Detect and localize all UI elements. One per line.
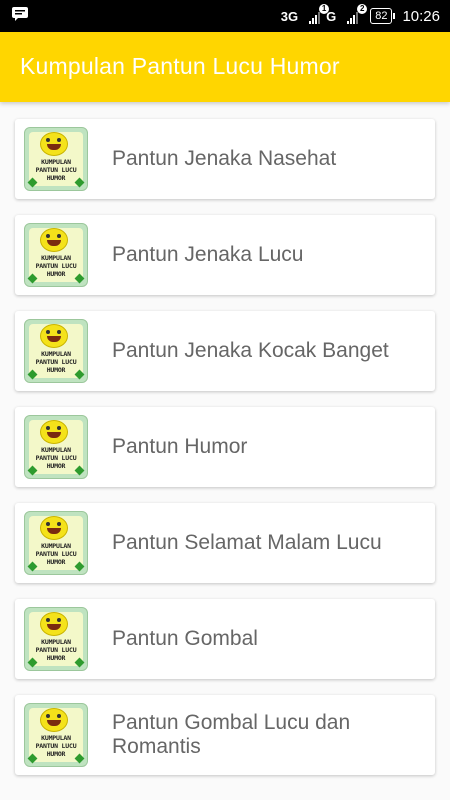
list-item-label: Pantun Jenaka Lucu <box>112 243 304 266</box>
list-item-label: Pantun Gombal Lucu dan Romantis <box>112 711 351 758</box>
thumbnail-text-line: KUMPULAN <box>41 542 71 550</box>
signal-1-icon <box>309 11 321 24</box>
thumbnail-text-line: PANTUN LUCU <box>35 454 77 462</box>
smiley-icon <box>40 132 68 156</box>
network-1-label: 3G <box>280 8 299 24</box>
app-logo-thumbnail: KUMPULAN PANTUN LUCU HUMOR <box>24 511 88 575</box>
network-2-indicator: G 2 <box>326 3 368 24</box>
app-logo-thumbnail: KUMPULAN PANTUN LUCU HUMOR <box>24 415 88 479</box>
thumbnail-text-line: PANTUN LUCU <box>35 358 77 366</box>
thumbnail-text-line: KUMPULAN <box>41 446 71 454</box>
thumbnail-text-line: PANTUN LUCU <box>35 550 77 558</box>
app-logo-thumbnail: KUMPULAN PANTUN LUCU HUMOR <box>24 703 88 767</box>
list-item[interactable]: KUMPULAN PANTUN LUCU HUMOR Pantun Jenaka Lu… <box>15 215 435 295</box>
list-item-label: Pantun Gombal <box>112 627 258 650</box>
app-logo-thumbnail: KUMPULAN PANTUN LUCU HUMOR <box>24 607 88 671</box>
smiley-icon <box>40 612 68 636</box>
list-item-label: Pantun Humor <box>112 435 248 458</box>
thumbnail-text-line: KUMPULAN <box>41 350 71 358</box>
thumbnail-text-line: KUMPULAN <box>41 158 71 166</box>
thumbnail-text-line: PANTUN LUCU <box>35 262 77 270</box>
smiley-icon <box>40 516 68 540</box>
thumbnail-text-line: KUMPULAN <box>41 734 71 742</box>
status-bar: 3G 1 G 2 82 10:26 <box>0 0 450 32</box>
thumbnail-text-line: PANTUN LUCU <box>35 646 77 654</box>
smiley-icon <box>40 324 68 348</box>
list-item[interactable]: KUMPULAN PANTUN LUCU HUMOR Pantun Selamat M… <box>15 503 435 583</box>
smiley-icon <box>40 228 68 252</box>
thumbnail-text-line: PANTUN LUCU <box>35 166 77 174</box>
list-item-label: Pantun Selamat Malam Lucu <box>112 531 382 554</box>
app-logo-thumbnail: KUMPULAN PANTUN LUCU HUMOR <box>24 127 88 191</box>
app-logo-thumbnail: KUMPULAN PANTUN LUCU HUMOR <box>24 319 88 383</box>
app-bar: Kumpulan Pantun Lucu Humor <box>0 32 450 102</box>
signal-2-icon <box>347 11 359 24</box>
list-item[interactable]: KUMPULAN PANTUN LUCU HUMOR Pantun Humor <box>15 407 435 487</box>
thumbnail-text-line: KUMPULAN <box>41 254 71 262</box>
clock: 10:26 <box>402 7 440 25</box>
battery-icon: 82 <box>370 8 396 24</box>
thumbnail-text-line: KUMPULAN <box>41 638 71 646</box>
list-item-label: Pantun Jenaka Kocak Banget <box>112 339 389 362</box>
list-item-label: Pantun Jenaka Nasehat <box>112 147 337 170</box>
sim-2-badge: 2 <box>357 3 368 14</box>
app-logo-thumbnail: KUMPULAN PANTUN LUCU HUMOR <box>24 223 88 287</box>
list-item[interactable]: KUMPULAN PANTUN LUCU HUMOR Pantun Gombal <box>15 599 435 679</box>
network-2-label: G <box>326 8 337 24</box>
list-item[interactable]: KUMPULAN PANTUN LUCU HUMOR Pantun Jenaka Ko… <box>15 311 435 391</box>
list-item[interactable]: KUMPULAN PANTUN LUCU HUMOR Pantun Gombal Lu… <box>15 695 435 775</box>
thumbnail-text-line: PANTUN LUCU <box>35 742 77 750</box>
list-item[interactable]: KUMPULAN PANTUN LUCU HUMOR Pantun Jenaka Na… <box>15 119 435 199</box>
chat-notification-icon <box>12 7 28 21</box>
smiley-icon <box>40 420 68 444</box>
smiley-icon <box>40 708 68 732</box>
pantun-list: KUMPULAN PANTUN LUCU HUMOR Pantun Jenaka Na… <box>15 119 435 791</box>
app-title: Kumpulan Pantun Lucu Humor <box>20 53 340 79</box>
network-1-indicator: 3G 1 <box>280 3 330 24</box>
